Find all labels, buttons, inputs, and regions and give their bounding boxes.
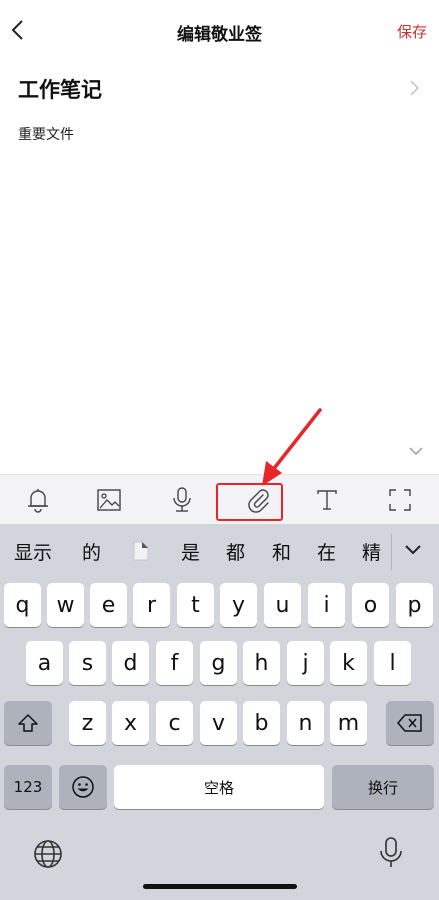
numbers-key[interactable]: 123	[4, 765, 52, 809]
key-z[interactable]: z	[69, 701, 106, 745]
key-t[interactable]: t	[177, 583, 214, 627]
key-m[interactable]: m	[330, 701, 367, 745]
emoji-key[interactable]	[59, 765, 107, 809]
candidate-item[interactable]: 都	[226, 538, 245, 565]
key-f[interactable]: f	[156, 641, 193, 685]
candidate-item[interactable]: 的	[82, 538, 101, 565]
candidate-item[interactable]: 在	[317, 538, 336, 565]
attachment-highlight-box	[216, 483, 283, 521]
backspace-icon	[397, 714, 422, 732]
key-u[interactable]: u	[264, 583, 301, 627]
key-e[interactable]: e	[90, 583, 127, 627]
key-g[interactable]: g	[200, 641, 237, 685]
emoji-icon	[72, 776, 94, 798]
mic-icon	[173, 487, 191, 512]
dictation-mic-icon[interactable]	[378, 836, 404, 870]
globe-icon[interactable]	[32, 838, 64, 870]
candidate-bar: 显示 的 是 都 和 在 精	[0, 524, 439, 580]
bell-icon	[28, 489, 48, 513]
chevron-right-icon	[410, 80, 420, 96]
return-key[interactable]: 换行	[332, 765, 434, 809]
key-p[interactable]: p	[396, 583, 433, 627]
key-c[interactable]: c	[156, 701, 193, 745]
candidate-item[interactable]: 精	[362, 538, 390, 565]
image-icon	[97, 489, 121, 511]
key-x[interactable]: x	[112, 701, 149, 745]
chevron-down-icon[interactable]	[402, 542, 424, 558]
candidate-divider	[391, 534, 392, 570]
text-format-icon	[317, 490, 337, 510]
candidate-item[interactable]: 显示	[14, 538, 52, 565]
key-d[interactable]: d	[112, 641, 149, 685]
keyboard: 显示 的 是 都 和 在 精 q w e r t y u i o p a s d…	[0, 524, 439, 900]
text-format-button[interactable]	[310, 483, 344, 517]
key-b[interactable]: b	[243, 701, 280, 745]
note-content-editor[interactable]: 重要文件	[18, 124, 74, 144]
key-q[interactable]: q	[4, 583, 41, 627]
key-k[interactable]: k	[330, 641, 367, 685]
key-i[interactable]: i	[308, 583, 345, 627]
delete-key[interactable]	[386, 701, 434, 745]
collapse-keyboard-icon[interactable]	[407, 444, 425, 458]
key-o[interactable]: o	[352, 583, 389, 627]
nav-bar: 编辑敬业签 保存	[0, 0, 439, 62]
space-key[interactable]: 空格	[114, 765, 324, 809]
shift-icon	[18, 714, 38, 732]
key-s[interactable]: s	[69, 641, 106, 685]
key-r[interactable]: r	[133, 583, 170, 627]
fullscreen-icon	[389, 489, 411, 511]
key-h[interactable]: h	[243, 641, 280, 685]
key-w[interactable]: w	[47, 583, 84, 627]
category-selector[interactable]: 工作笔记	[0, 70, 439, 106]
key-v[interactable]: v	[200, 701, 237, 745]
home-indicator	[143, 884, 297, 889]
insert-image-button[interactable]	[92, 483, 126, 517]
key-j[interactable]: j	[287, 641, 324, 685]
sticker-icon[interactable]	[130, 538, 152, 562]
key-y[interactable]: y	[220, 583, 257, 627]
key-n[interactable]: n	[287, 701, 324, 745]
category-name: 工作笔记	[18, 78, 102, 102]
fullscreen-button[interactable]	[383, 483, 417, 517]
candidate-item[interactable]: 和	[272, 538, 291, 565]
candidate-item[interactable]: 是	[181, 538, 200, 565]
key-l[interactable]: l	[374, 641, 411, 685]
shift-key[interactable]	[4, 701, 52, 745]
voice-input-button[interactable]	[165, 483, 199, 517]
save-button[interactable]: 保存	[397, 21, 427, 42]
key-a[interactable]: a	[26, 641, 63, 685]
page-title: 编辑敬业签	[177, 25, 262, 45]
reminder-button[interactable]	[21, 483, 55, 517]
